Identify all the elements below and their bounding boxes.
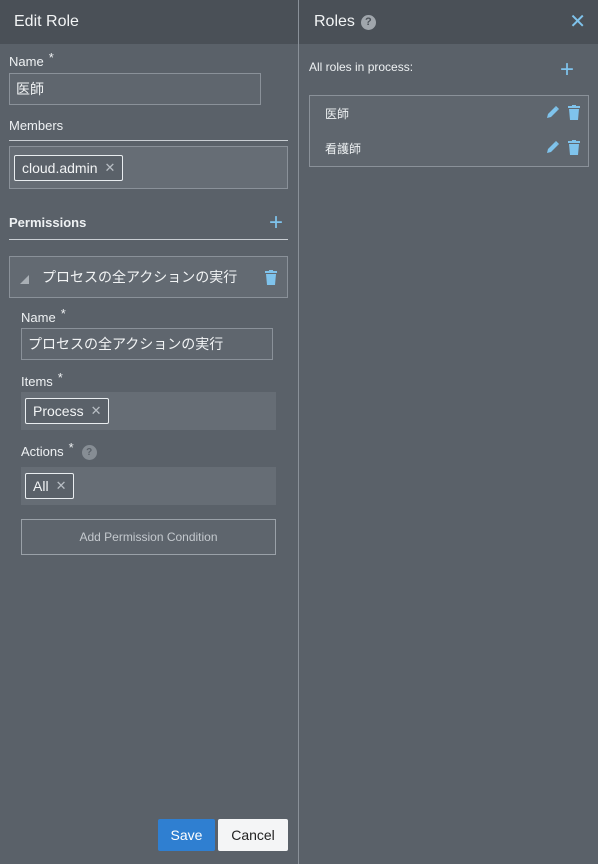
role-list-item[interactable]: 医師 bbox=[310, 96, 588, 131]
role-name-label: Name * bbox=[9, 50, 54, 69]
required-marker: * bbox=[60, 306, 66, 321]
edit-pencil-icon[interactable] bbox=[546, 105, 560, 122]
items-tag-input[interactable]: Process ✕ bbox=[21, 392, 276, 430]
role-name-input[interactable]: 医師 bbox=[9, 73, 261, 105]
permission-name-input[interactable]: プロセスの全アクションの実行 bbox=[21, 328, 273, 360]
add-permission-plus-icon[interactable]: + bbox=[269, 211, 283, 235]
items-label: Items * bbox=[21, 370, 63, 389]
save-button[interactable]: Save bbox=[158, 819, 215, 851]
action-tag-label: All bbox=[33, 478, 49, 494]
permission-name-label-text: Name bbox=[21, 310, 56, 325]
add-role-plus-icon[interactable]: + bbox=[560, 58, 574, 82]
add-permission-condition-button[interactable]: Add Permission Condition bbox=[21, 519, 276, 555]
edit-role-panel: Edit Role Name * 医師 Members cloud.admin … bbox=[0, 0, 298, 864]
item-tag-label: Process bbox=[33, 403, 84, 419]
role-name-label-text: Name bbox=[9, 54, 44, 69]
remove-member-icon[interactable]: ✕ bbox=[105, 160, 116, 176]
edit-pencil-icon[interactable] bbox=[546, 140, 560, 157]
items-label-text: Items bbox=[21, 374, 53, 389]
all-roles-label: All roles in process: bbox=[309, 60, 414, 74]
roles-list: 医師 看護師 bbox=[309, 95, 589, 167]
actions-label-text: Actions bbox=[21, 444, 64, 459]
collapse-triangle-icon[interactable] bbox=[20, 274, 29, 284]
role-item-actions bbox=[546, 139, 580, 158]
required-marker: * bbox=[57, 370, 63, 385]
roles-title-row: Roles ? bbox=[314, 13, 376, 31]
action-tag: All ✕ bbox=[25, 473, 75, 499]
permission-card[interactable]: プロセスの全アクションの実行 bbox=[9, 256, 288, 298]
delete-permission-trash-icon[interactable] bbox=[265, 269, 277, 285]
required-marker: * bbox=[68, 440, 74, 455]
members-divider bbox=[9, 140, 288, 141]
item-tag: Process ✕ bbox=[25, 398, 110, 424]
members-label: Members bbox=[9, 118, 64, 133]
delete-trash-icon[interactable] bbox=[568, 139, 580, 158]
close-icon[interactable]: ✕ bbox=[569, 12, 586, 32]
permission-card-label: プロセスの全アクションの実行 bbox=[42, 269, 238, 285]
role-item-actions bbox=[546, 104, 580, 123]
edit-role-header: Edit Role bbox=[0, 0, 298, 44]
edit-role-title: Edit Role bbox=[14, 13, 79, 30]
roles-panel: Roles ? ✕ All roles in process: + 医師 看護師 bbox=[299, 0, 598, 864]
member-tag-label: cloud.admin bbox=[22, 159, 98, 176]
actions-label: Actions * ? bbox=[21, 440, 97, 460]
role-item-name: 看護師 bbox=[325, 142, 362, 156]
roles-title: Roles bbox=[314, 13, 355, 30]
cancel-button[interactable]: Cancel bbox=[218, 819, 288, 851]
roles-help-icon[interactable]: ? bbox=[360, 14, 376, 30]
delete-trash-icon[interactable] bbox=[568, 104, 580, 123]
actions-tag-input[interactable]: All ✕ bbox=[21, 467, 276, 505]
remove-item-icon[interactable]: ✕ bbox=[91, 403, 102, 419]
actions-help-icon[interactable]: ? bbox=[81, 445, 97, 460]
permission-name-label: Name * bbox=[21, 306, 66, 325]
permissions-divider bbox=[9, 239, 288, 240]
member-tag: cloud.admin ✕ bbox=[14, 154, 124, 181]
required-marker: * bbox=[48, 50, 54, 65]
role-item-name: 医師 bbox=[325, 107, 350, 121]
permissions-title: Permissions bbox=[9, 215, 87, 230]
role-list-item[interactable]: 看護師 bbox=[310, 131, 588, 166]
members-tag-input[interactable]: cloud.admin ✕ bbox=[9, 146, 288, 189]
remove-action-icon[interactable]: ✕ bbox=[56, 478, 67, 494]
roles-header: Roles ? ✕ bbox=[299, 0, 598, 44]
